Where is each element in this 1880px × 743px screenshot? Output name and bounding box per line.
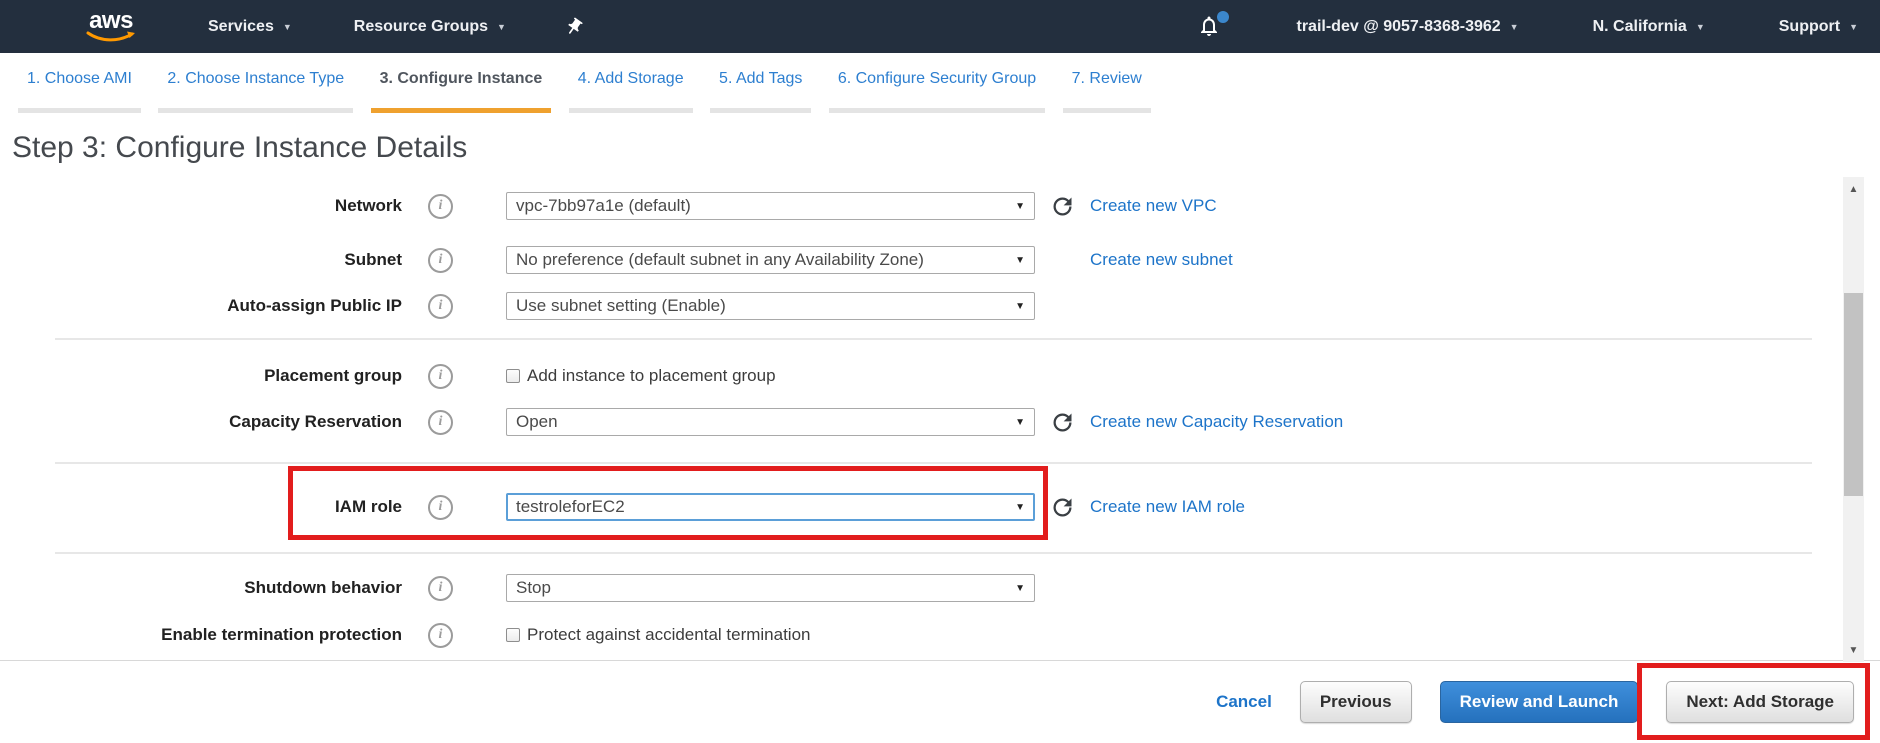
- chevron-down-icon: ▼: [1510, 22, 1519, 32]
- review-and-launch-button[interactable]: Review and Launch: [1440, 681, 1639, 723]
- chevron-down-icon: ▼: [1015, 255, 1025, 266]
- termination-protection-checkbox[interactable]: [506, 628, 520, 642]
- aws-logo[interactable]: aws: [86, 11, 136, 43]
- refresh-icon[interactable]: [1049, 409, 1076, 436]
- aws-smile-icon: [86, 31, 136, 43]
- info-icon[interactable]: i: [428, 248, 453, 273]
- tab-configure-instance[interactable]: 3. Configure Instance: [371, 70, 552, 113]
- placement-group-checkbox[interactable]: [506, 369, 520, 383]
- tab-configure-security-group[interactable]: 6. Configure Security Group: [829, 70, 1045, 113]
- nav-account-menu[interactable]: trail-dev @ 9057-8368-3962 ▼: [1297, 18, 1519, 36]
- tab-choose-instance-type[interactable]: 2. Choose Instance Type: [158, 70, 353, 113]
- chevron-down-icon: ▼: [1696, 22, 1705, 32]
- notifications-button[interactable]: [1197, 13, 1223, 41]
- shutdown-behavior-select[interactable]: Stop ▼: [506, 574, 1035, 602]
- form-row-network: Network i vpc-7bb97a1e (default) ▼ Creat…: [0, 183, 1843, 229]
- section-divider: [55, 552, 1812, 554]
- scroll-up-icon: ▲: [1849, 184, 1859, 195]
- placement-group-checkbox-label[interactable]: Add instance to placement group: [527, 366, 776, 386]
- pushpin-icon: [560, 13, 588, 41]
- create-new-subnet-link[interactable]: Create new subnet: [1090, 250, 1233, 270]
- notification-badge-dot: [1217, 11, 1229, 23]
- nav-resource-groups-menu[interactable]: Resource Groups ▼: [354, 18, 506, 36]
- wizard-footer: Cancel Previous Review and Launch Next: …: [0, 660, 1880, 743]
- iam-role-select[interactable]: testroleforEC2 ▼: [506, 493, 1035, 521]
- iam-role-label: IAM role: [0, 497, 402, 517]
- chevron-down-icon: ▼: [1015, 301, 1025, 312]
- info-icon[interactable]: i: [428, 576, 453, 601]
- scroll-up-button[interactable]: ▲: [1843, 179, 1864, 199]
- info-icon[interactable]: i: [428, 410, 453, 435]
- next-add-storage-button[interactable]: Next: Add Storage: [1666, 681, 1854, 723]
- create-new-capacity-reservation-link[interactable]: Create new Capacity Reservation: [1090, 412, 1343, 432]
- auto-assign-ip-select[interactable]: Use subnet setting (Enable) ▼: [506, 292, 1035, 320]
- capacity-reservation-label: Capacity Reservation: [0, 412, 402, 432]
- info-icon[interactable]: i: [428, 364, 453, 389]
- previous-button[interactable]: Previous: [1300, 681, 1412, 723]
- tab-choose-ami[interactable]: 1. Choose AMI: [18, 70, 141, 113]
- create-new-vpc-link[interactable]: Create new VPC: [1090, 196, 1217, 216]
- chevron-down-icon: ▼: [497, 22, 506, 32]
- subnet-select[interactable]: No preference (default subnet in any Ava…: [506, 246, 1035, 274]
- nav-services-menu[interactable]: Services ▼: [208, 18, 292, 36]
- vertical-scrollbar[interactable]: ▲ ▼: [1843, 177, 1864, 662]
- scroll-down-button[interactable]: ▼: [1843, 640, 1864, 660]
- network-label: Network: [0, 196, 402, 216]
- info-icon[interactable]: i: [428, 623, 453, 648]
- tab-review[interactable]: 7. Review: [1063, 70, 1151, 113]
- cancel-button[interactable]: Cancel: [1216, 692, 1272, 712]
- refresh-icon[interactable]: [1049, 193, 1076, 220]
- chevron-down-icon: ▼: [1015, 502, 1025, 513]
- section-divider: [55, 462, 1812, 464]
- pin-shortcut-button[interactable]: [564, 17, 584, 37]
- scroll-down-icon: ▼: [1849, 645, 1859, 656]
- configure-instance-form: Network i vpc-7bb97a1e (default) ▼ Creat…: [0, 170, 1843, 658]
- shutdown-behavior-label: Shutdown behavior: [0, 578, 402, 598]
- tab-add-tags[interactable]: 5. Add Tags: [710, 70, 811, 113]
- termination-protection-label: Enable termination protection: [0, 625, 402, 645]
- auto-assign-ip-label: Auto-assign Public IP: [0, 296, 402, 316]
- capacity-reservation-select[interactable]: Open ▼: [506, 408, 1035, 436]
- page-title: Step 3: Configure Instance Details: [12, 131, 467, 165]
- nav-region-menu[interactable]: N. California ▼: [1593, 18, 1705, 36]
- wizard-step-tabs: 1. Choose AMI 2. Choose Instance Type 3.…: [0, 53, 1880, 119]
- network-select[interactable]: vpc-7bb97a1e (default) ▼: [506, 192, 1035, 220]
- tab-add-storage[interactable]: 4. Add Storage: [569, 70, 693, 113]
- subnet-label: Subnet: [0, 250, 402, 270]
- placement-group-label: Placement group: [0, 366, 402, 386]
- aws-logo-text: aws: [89, 11, 133, 31]
- chevron-down-icon: ▼: [283, 22, 292, 32]
- refresh-icon[interactable]: [1049, 494, 1076, 521]
- info-icon[interactable]: i: [428, 294, 453, 319]
- chevron-down-icon: ▼: [1015, 201, 1025, 212]
- scrollbar-thumb[interactable]: [1844, 293, 1863, 496]
- create-new-iam-role-link[interactable]: Create new IAM role: [1090, 497, 1245, 517]
- chevron-down-icon: ▼: [1015, 583, 1025, 594]
- chevron-down-icon: ▼: [1015, 417, 1025, 428]
- form-row-shutdown-behavior: Shutdown behavior i Stop ▼: [0, 565, 1843, 611]
- termination-protection-checkbox-label[interactable]: Protect against accidental termination: [527, 625, 811, 645]
- form-row-capacity-reservation: Capacity Reservation i Open ▼ Create new…: [0, 399, 1843, 445]
- chevron-down-icon: ▼: [1849, 22, 1858, 32]
- top-navigation-bar: aws Services ▼ Resource Groups ▼ trail-d…: [0, 0, 1880, 53]
- form-row-iam-role: IAM role i testroleforEC2 ▼ Create new I…: [0, 484, 1843, 530]
- nav-support-menu[interactable]: Support ▼: [1779, 18, 1858, 36]
- info-icon[interactable]: i: [428, 495, 453, 520]
- form-row-subnet: Subnet i No preference (default subnet i…: [0, 237, 1843, 283]
- form-row-termination-protection: Enable termination protection i Protect …: [0, 612, 1843, 658]
- form-row-auto-assign-ip: Auto-assign Public IP i Use subnet setti…: [0, 283, 1843, 329]
- info-icon[interactable]: i: [428, 194, 453, 219]
- form-row-placement-group: Placement group i Add instance to placem…: [0, 353, 1843, 399]
- section-divider: [55, 338, 1812, 340]
